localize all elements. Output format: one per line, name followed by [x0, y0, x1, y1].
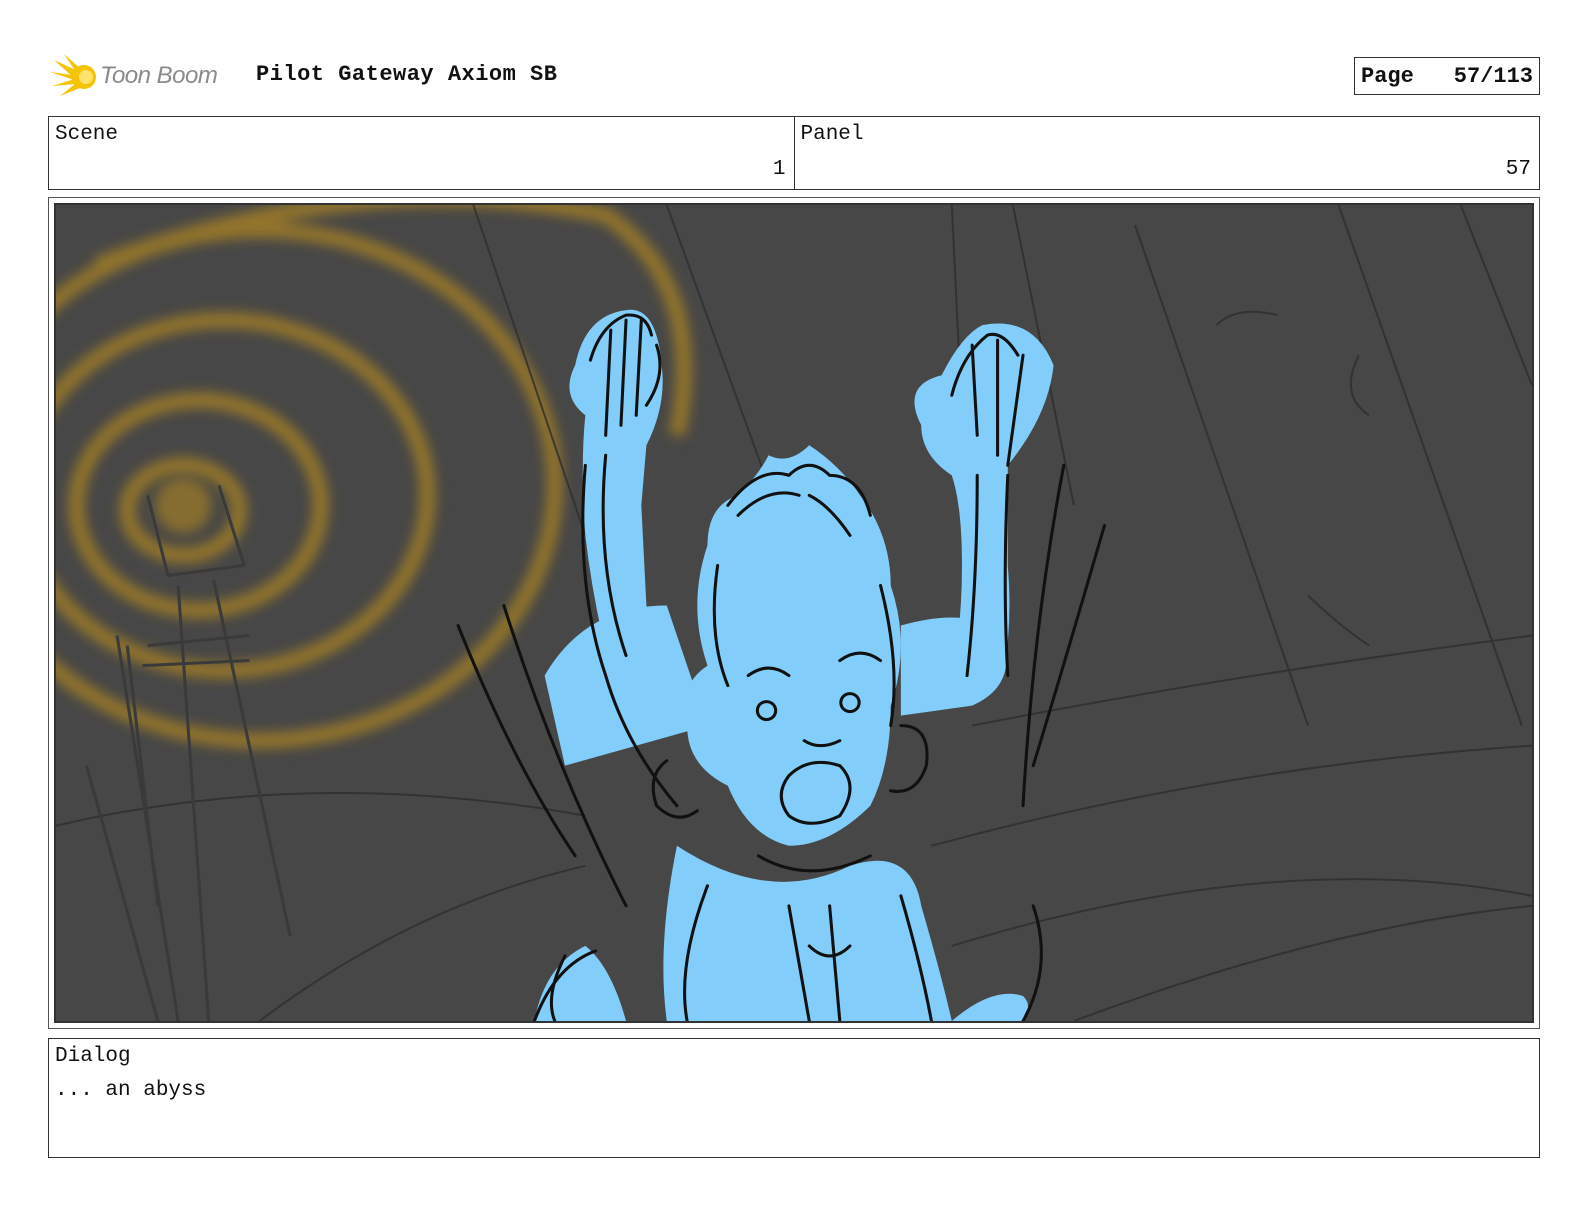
scene-cell: Scene 1 — [49, 117, 794, 189]
dialog-text: ... an abyss — [55, 1079, 207, 1102]
page-number: 57/113 — [1453, 63, 1533, 89]
page-indicator: Page 57/113 — [1354, 57, 1540, 95]
scene-value: 1 — [772, 158, 786, 181]
panel-cell: Panel 57 — [793, 117, 1540, 189]
toon-boom-logo: Toon Boom — [50, 50, 240, 102]
storyboard-panel-image — [54, 203, 1534, 1023]
document-title: Pilot Gateway Axiom SB — [256, 62, 558, 87]
panel-label: Panel — [800, 123, 864, 146]
sketch-drawing — [56, 205, 1532, 1021]
storyboard-frame — [48, 197, 1540, 1029]
starburst-icon — [50, 54, 96, 96]
page-label: Page — [1361, 63, 1414, 89]
dialog-label: Dialog — [55, 1045, 131, 1068]
panel-value: 57 — [1505, 158, 1531, 181]
dialog-box: Dialog ... an abyss — [48, 1038, 1540, 1158]
scene-panel-table: Scene 1 Panel 57 — [48, 116, 1540, 190]
logo-text: Toon Boom — [100, 62, 218, 89]
scene-label: Scene — [55, 123, 119, 146]
page-header: Toon Boom Pilot Gateway Axiom SB Page 57… — [50, 50, 1540, 102]
